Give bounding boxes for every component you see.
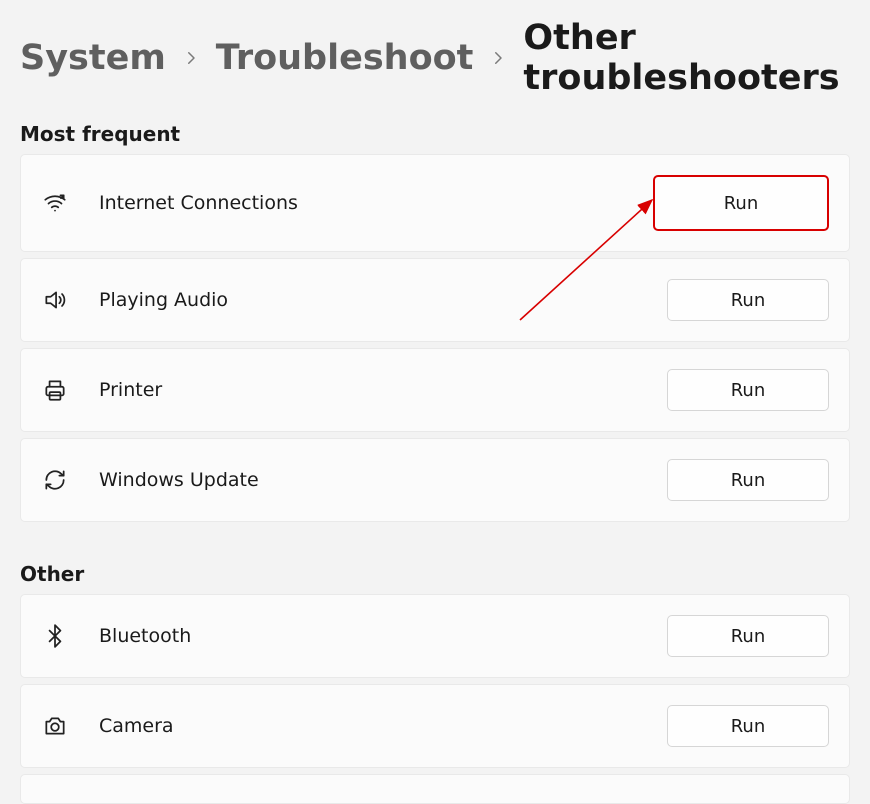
breadcrumb-troubleshoot[interactable]: Troubleshoot (216, 38, 474, 78)
wifi-icon (41, 189, 69, 217)
sync-icon (41, 466, 69, 494)
breadcrumb: System Troubleshoot Other troubleshooter… (0, 0, 870, 104)
list-most-frequent: Internet Connections Run Playing Audio R… (0, 154, 870, 522)
run-button-windows-update[interactable]: Run (667, 459, 829, 501)
troubleshooter-bluetooth: Bluetooth Run (20, 594, 850, 678)
troubleshooter-internet-connections: Internet Connections Run (20, 154, 850, 252)
run-button-printer[interactable]: Run (667, 369, 829, 411)
camera-icon (41, 712, 69, 740)
section-title-other: Other (0, 528, 870, 594)
speaker-icon (41, 286, 69, 314)
bluetooth-icon (41, 622, 69, 650)
troubleshooter-label: Bluetooth (99, 625, 667, 647)
troubleshooter-windows-update: Windows Update Run (20, 438, 850, 522)
troubleshooter-label: Internet Connections (99, 192, 653, 214)
breadcrumb-current: Other troubleshooters (523, 18, 850, 98)
troubleshooter-partial (20, 774, 850, 804)
troubleshooter-printer: Printer Run (20, 348, 850, 432)
run-button-playing-audio[interactable]: Run (667, 279, 829, 321)
breadcrumb-system[interactable]: System (20, 38, 166, 78)
section-title-most-frequent: Most frequent (0, 104, 870, 154)
troubleshooter-label: Camera (99, 715, 667, 737)
run-button-camera[interactable]: Run (667, 705, 829, 747)
chevron-right-icon (489, 49, 507, 67)
run-button-bluetooth[interactable]: Run (667, 615, 829, 657)
printer-icon (41, 376, 69, 404)
troubleshooter-camera: Camera Run (20, 684, 850, 768)
troubleshooter-label: Printer (99, 379, 667, 401)
troubleshooter-playing-audio: Playing Audio Run (20, 258, 850, 342)
list-other: Bluetooth Run Camera Run (0, 594, 870, 804)
run-button-internet-connections[interactable]: Run (653, 175, 829, 231)
chevron-right-icon (182, 49, 200, 67)
troubleshooter-label: Playing Audio (99, 289, 667, 311)
troubleshooter-label: Windows Update (99, 469, 667, 491)
